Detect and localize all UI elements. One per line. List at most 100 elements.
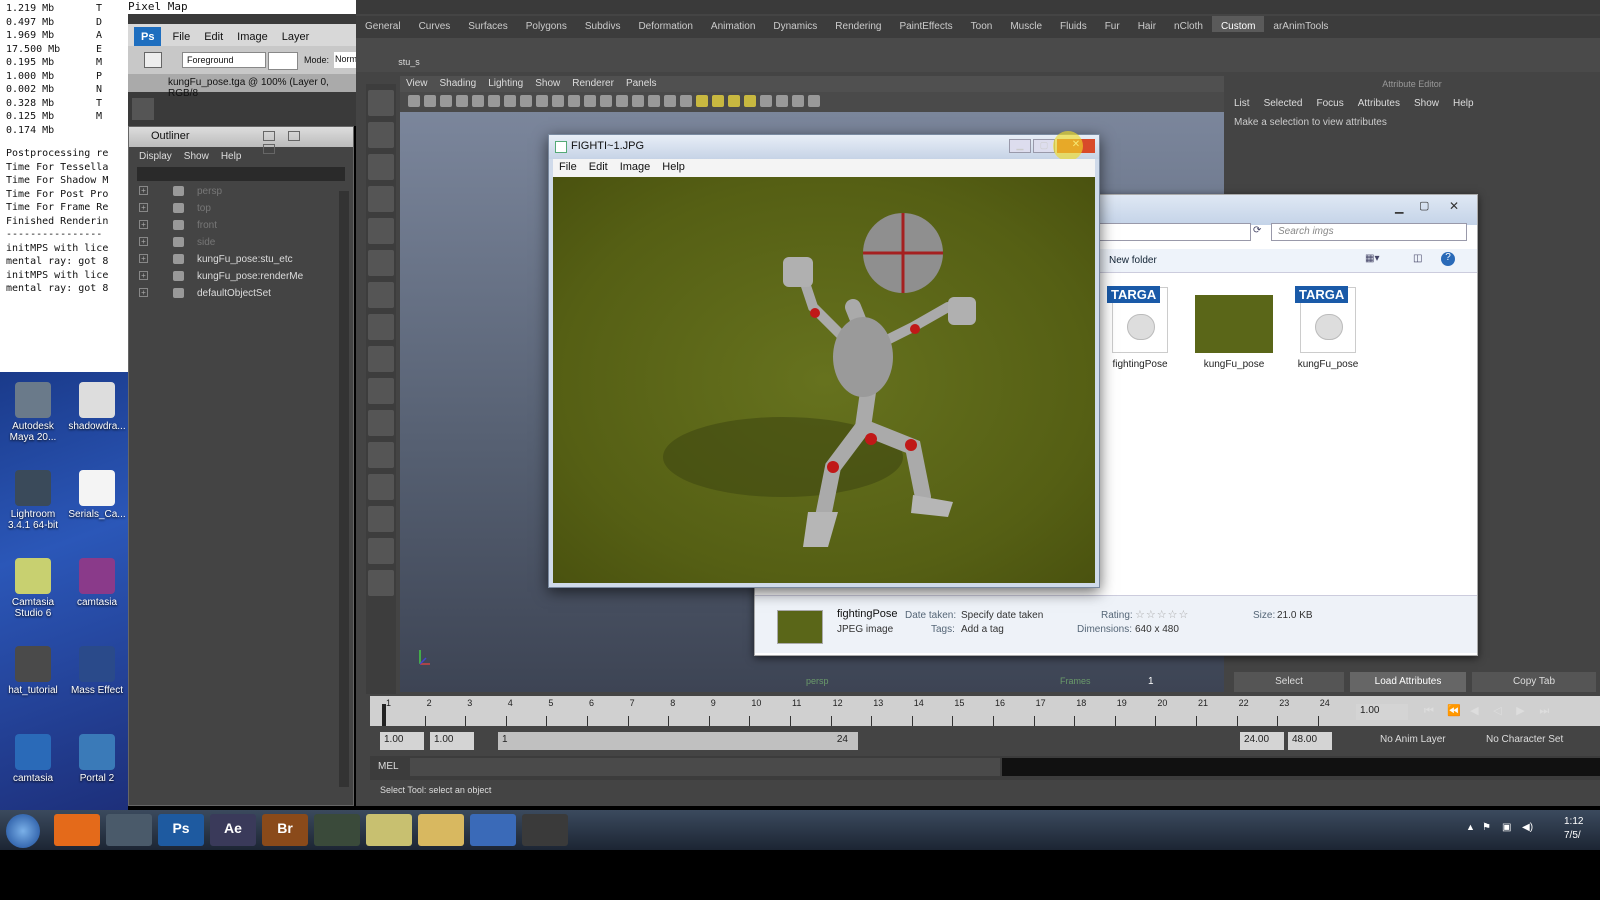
viewport-toolbar-icon[interactable] — [584, 95, 596, 107]
shelf-tab[interactable]: nCloth — [1165, 16, 1212, 32]
show-manip-icon[interactable] — [368, 346, 394, 372]
copy-tab-button[interactable]: Copy Tab — [1472, 672, 1596, 692]
foreground-select[interactable]: Foreground — [182, 52, 266, 68]
shelf-tab[interactable]: Polygons — [517, 16, 576, 32]
shelf-tab[interactable]: Fur — [1096, 16, 1129, 32]
ps-menu-item[interactable]: Image — [230, 27, 275, 47]
taskbar-button-app6[interactable] — [314, 814, 360, 846]
playback-start-field[interactable]: 1.00 — [430, 732, 474, 750]
minimize-icon[interactable]: ▁ — [1009, 139, 1031, 153]
viewport-toolbar-icon[interactable] — [744, 95, 756, 107]
tray-arrow-icon[interactable]: ▲ — [1466, 822, 1475, 832]
viewport-toolbar-icon[interactable] — [472, 95, 484, 107]
character-set-select[interactable]: No Character Set — [1486, 734, 1563, 745]
viewport-toolbar-icon[interactable] — [712, 95, 724, 107]
viewport-toolbar-icon[interactable] — [600, 95, 612, 107]
viewport-menu-item[interactable]: Show — [529, 76, 566, 89]
outliner-item[interactable]: + front — [129, 217, 353, 234]
outliner-item[interactable]: + kungFu_pose:renderMe — [129, 268, 353, 285]
outliner-item[interactable]: + defaultObjectSet — [129, 285, 353, 302]
step-back-icon[interactable]: ◀ — [1470, 704, 1490, 717]
viewport-toolbar-icon[interactable] — [440, 95, 452, 107]
shelf-tab[interactable]: Animation — [702, 16, 764, 32]
viewer-menu-item[interactable]: Help — [656, 159, 691, 173]
rotate-tool-icon[interactable] — [368, 218, 394, 244]
attr-menu-item[interactable]: Attributes — [1358, 98, 1400, 109]
maximize-icon[interactable]: ▢ — [1419, 199, 1429, 212]
manipulator-icon[interactable] — [368, 282, 394, 308]
desktop-icon[interactable]: camtasia — [2, 734, 64, 784]
mode-select[interactable]: Norm — [334, 52, 356, 68]
shelf-tab[interactable]: Curves — [410, 16, 460, 32]
attr-menu-item[interactable]: Show — [1414, 98, 1439, 109]
layout-four-icon[interactable] — [368, 442, 394, 468]
outliner-menu-item[interactable]: Help — [221, 151, 242, 162]
outliner-scrollbar[interactable] — [339, 191, 349, 787]
outliner-menu-item[interactable]: Show — [184, 151, 209, 162]
end-time-field[interactable]: 48.00 — [1288, 732, 1332, 750]
file-item[interactable]: TARGA kungFu_pose — [1283, 286, 1373, 370]
viewport-toolbar-icon[interactable] — [504, 95, 516, 107]
viewport-toolbar-icon[interactable] — [488, 95, 500, 107]
taskbar-button-after-effects[interactable]: Ae — [210, 814, 256, 846]
shelf-tab[interactable]: PaintEffects — [890, 16, 961, 32]
desktop-icon[interactable]: camtasia — [66, 558, 128, 608]
play-icon[interactable]: ▶ — [1516, 704, 1536, 717]
outliner-item[interactable]: + top — [129, 200, 353, 217]
tags-value[interactable]: Add a tag — [961, 624, 1004, 635]
shelf-item[interactable]: stu_s — [396, 40, 422, 70]
viewport-toolbar-icon[interactable] — [632, 95, 644, 107]
close-icon[interactable]: ✕ — [1449, 199, 1459, 213]
desktop-icon[interactable]: shadowdra... — [66, 382, 128, 432]
start-button-icon[interactable] — [6, 814, 40, 848]
shelf-tab[interactable]: Muscle — [1001, 16, 1051, 32]
shelf-tab[interactable]: arAnimTools — [1264, 16, 1337, 32]
taskbar-button-photoshop[interactable]: Ps — [158, 814, 204, 846]
viewport-toolbar-icon[interactable] — [808, 95, 820, 107]
shelf-tab[interactable]: Surfaces — [459, 16, 516, 32]
desktop-icon[interactable]: hat_tutorial — [2, 646, 64, 696]
taskbar-button-explorer[interactable] — [418, 814, 464, 846]
desktop-icon[interactable]: Lightroom 3.4.1 64-bit — [2, 470, 64, 531]
date-taken-value[interactable]: Specify date taken — [961, 610, 1043, 621]
desktop-icon[interactable]: Serials_Ca... — [66, 470, 128, 520]
play-back-icon[interactable]: ◁ — [1493, 704, 1513, 717]
taskbar-button-app10[interactable] — [522, 814, 568, 846]
shelf-tab[interactable]: Toon — [962, 16, 1002, 32]
attr-menu-item[interactable]: Selected — [1264, 98, 1303, 109]
layout-hypershade-icon[interactable] — [368, 570, 394, 596]
outliner-filter-field[interactable] — [137, 167, 345, 181]
maximize-icon[interactable] — [288, 131, 301, 141]
shelf-tab[interactable]: Deformation — [629, 16, 701, 32]
volume-icon[interactable]: ◀) — [1522, 822, 1533, 833]
taskbar-button-maya[interactable] — [106, 814, 152, 846]
expand-icon[interactable]: + — [139, 271, 148, 280]
viewport-menu-item[interactable]: View — [400, 76, 434, 89]
viewport-toolbar-icon[interactable] — [616, 95, 628, 107]
last-tool-icon[interactable] — [368, 378, 394, 404]
current-time-field[interactable]: 1.00 — [1356, 704, 1408, 720]
minimize-icon[interactable]: ▁ — [1395, 201, 1403, 214]
select-tool-icon[interactable] — [368, 90, 394, 116]
taskbar-button-app7[interactable] — [366, 814, 412, 846]
shelf-tab[interactable]: Fluids — [1051, 16, 1096, 32]
shelf-tab[interactable]: General — [356, 16, 410, 32]
outliner-item[interactable]: + kungFu_pose:stu_etc — [129, 251, 353, 268]
network-icon[interactable]: ▣ — [1502, 822, 1511, 833]
shelf-tab[interactable]: Subdivs — [576, 16, 630, 32]
search-input[interactable]: Search imgs — [1271, 223, 1467, 241]
viewport-menu-item[interactable]: Panels — [620, 76, 663, 89]
layout-two-icon[interactable] — [368, 474, 394, 500]
preview-pane-icon[interactable]: ◫ — [1413, 253, 1422, 264]
file-item[interactable]: TARGA fightingPose — [1095, 286, 1185, 370]
document-tab[interactable]: kungFu_pose.tga @ 100% (Layer 0, RGB/8 — [128, 74, 356, 99]
scale-tool-icon[interactable] — [368, 250, 394, 276]
help-icon[interactable]: ? — [1441, 252, 1455, 266]
viewport-toolbar-icon[interactable] — [424, 95, 436, 107]
viewport-toolbar-icon[interactable] — [728, 95, 740, 107]
move-tool-icon[interactable] — [132, 98, 154, 120]
clock-time[interactable]: 1:12 — [1564, 816, 1583, 827]
minimize-icon[interactable] — [263, 131, 275, 141]
paint-tool-icon[interactable] — [368, 154, 394, 180]
viewport-menu-item[interactable]: Renderer — [566, 76, 620, 89]
